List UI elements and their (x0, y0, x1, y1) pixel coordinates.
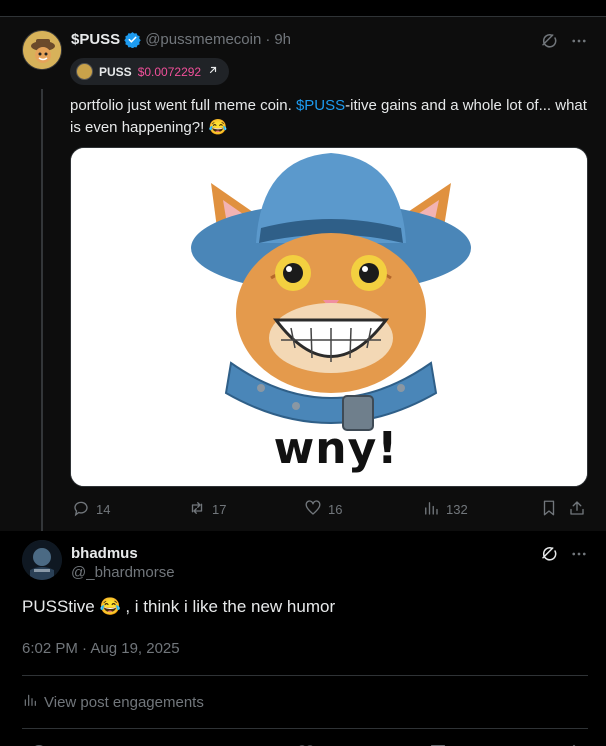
like-action[interactable]: 16 (304, 499, 342, 520)
verified-badge-icon (124, 31, 141, 48)
handle[interactable]: @pussmemecoin (145, 31, 261, 48)
grok-icon[interactable] (540, 32, 558, 50)
grok-icon[interactable] (540, 545, 558, 568)
reply-count: 14 (96, 502, 111, 517)
views-count: 132 (446, 502, 468, 517)
parent-post[interactable]: $PUSS @pussmemecoin · 9h PUSS $0.0072292… (0, 17, 606, 553)
reply-text: PUSStive 😂 , i think i like the new humo… (22, 597, 336, 616)
repost-icon (188, 499, 206, 520)
reply-header: bhadmus @_bhardmorse (71, 544, 175, 582)
separator: · (265, 31, 271, 48)
avatar[interactable] (22, 540, 62, 580)
share-icon (568, 499, 586, 520)
view-engagements-link[interactable]: View post engagements (22, 692, 204, 712)
repost-count: 17 (212, 502, 227, 517)
like-icon (304, 499, 322, 520)
cashtag-price-pill[interactable]: PUSS $0.0072292 (70, 58, 230, 85)
reply-timestamp[interactable]: 6:02 PM · Aug 19, 2025 (22, 640, 180, 657)
reply-action-bar-partial (22, 739, 588, 746)
views-icon (22, 692, 38, 712)
post-text-before: portfolio just went full meme coin. (70, 97, 296, 114)
display-name[interactable]: bhadmus (71, 544, 175, 563)
post-media-image[interactable]: wny! (70, 147, 588, 487)
post-actions: 14 17 16 132 (70, 499, 590, 521)
reply-action[interactable]: 14 (72, 499, 110, 520)
more-icon[interactable] (570, 32, 588, 50)
avatar[interactable] (22, 30, 62, 70)
token-symbol: PUSS (99, 64, 132, 79)
more-icon[interactable] (570, 545, 588, 568)
views-icon (422, 499, 440, 520)
handle[interactable]: @_bhardmorse (71, 563, 175, 582)
post-age[interactable]: 9h (274, 31, 291, 48)
thread-line (41, 89, 43, 553)
display-name[interactable]: $PUSS (71, 31, 120, 48)
divider (22, 728, 588, 729)
token-logo-icon (76, 63, 93, 80)
reply-post[interactable]: bhadmus @_bhardmorse PUSStive 😂 , i thin… (0, 531, 606, 746)
arrow-up-right-icon (207, 64, 219, 79)
post-top-icons (540, 32, 588, 50)
post-text: portfolio just went full meme coin. $PUS… (70, 95, 590, 139)
media-caption: wny! (273, 423, 399, 474)
reply-icon (72, 499, 90, 520)
token-price: $0.0072292 (137, 64, 202, 79)
top-bar (0, 0, 606, 17)
cashtag-link[interactable]: $PUSS (296, 97, 345, 114)
share-action[interactable] (568, 499, 586, 520)
views-action[interactable]: 132 (422, 499, 468, 520)
reply-top-icons (540, 545, 588, 568)
bookmark-icon (540, 499, 558, 520)
bookmark-action[interactable] (540, 499, 558, 520)
like-count: 16 (328, 502, 343, 517)
engagements-label: View post engagements (44, 693, 204, 711)
divider (22, 675, 588, 676)
repost-action[interactable]: 17 (188, 499, 226, 520)
post-header: $PUSS @pussmemecoin · 9h (71, 31, 291, 48)
